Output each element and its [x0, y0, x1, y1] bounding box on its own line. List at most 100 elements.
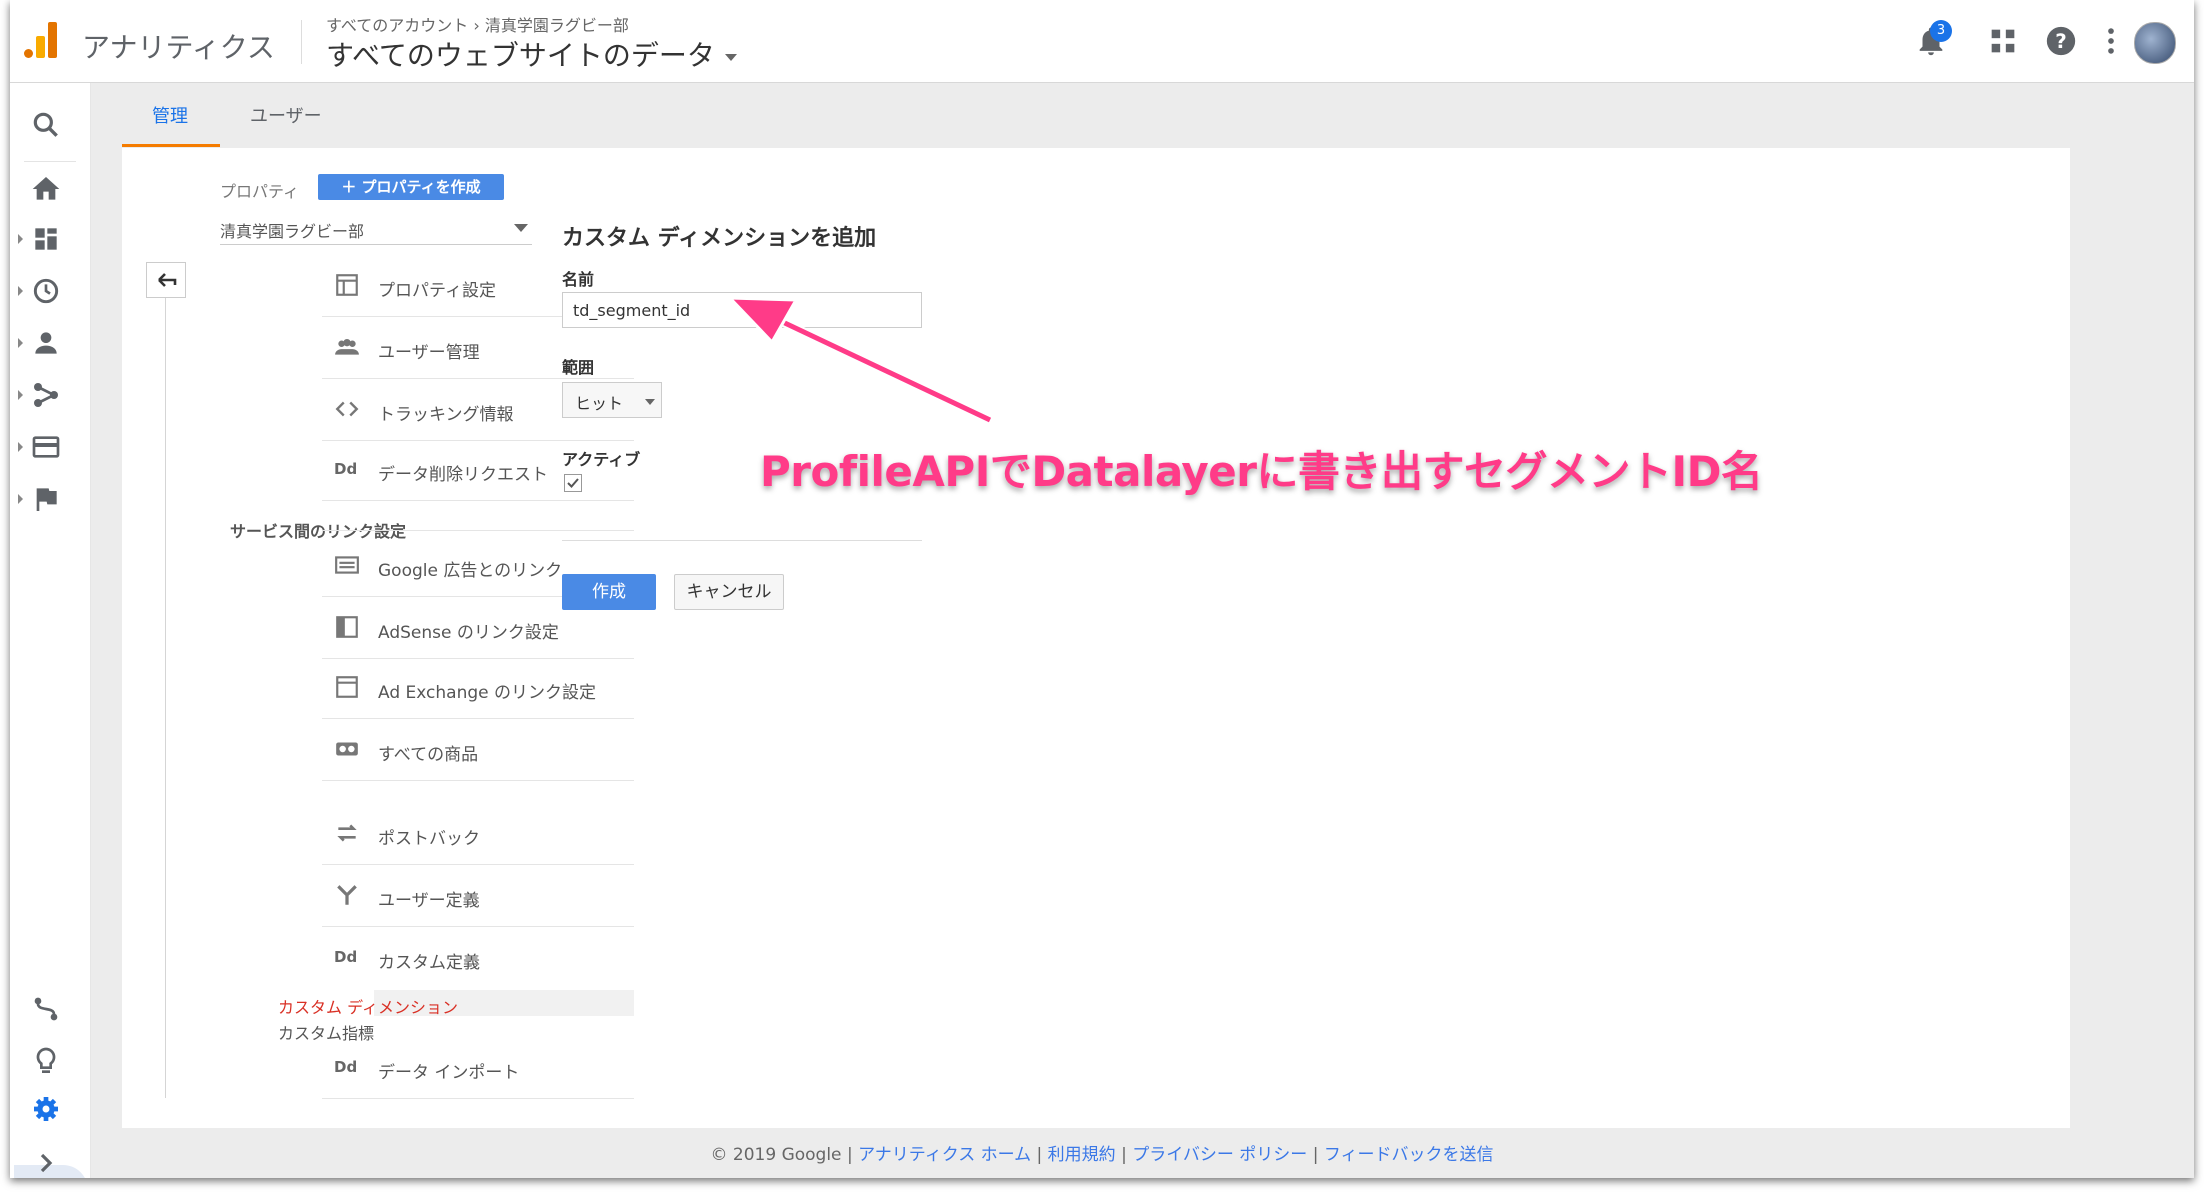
divider [322, 530, 634, 531]
ad-exchange-icon [336, 676, 358, 698]
menu-item-label: データ削除リクエスト [378, 465, 548, 485]
code-brackets-icon [335, 401, 359, 417]
property-selector-value: 清真学園ラグビー部 [220, 222, 365, 241]
menu-item-label: Google 広告とのリンク [378, 561, 563, 581]
active-tab-indicator [122, 144, 220, 147]
scope-select-value: ヒット [575, 394, 624, 413]
menu-item-ad-exchange-link[interactable]: Ad Exchange のリンク設定 [322, 658, 634, 719]
menu-item-all-products[interactable]: すべての商品 [322, 720, 634, 781]
footer-link-feedback[interactable]: フィードバックを送信 [1324, 1145, 1494, 1165]
audience-person-icon[interactable] [30, 327, 62, 359]
expand-arrow-icon[interactable] [18, 494, 23, 504]
scope-select[interactable]: ヒット [562, 382, 662, 418]
analytics-window: アナリティクス すべてのアカウント › 清真学園ラグビー部 すべてのウェブサイト… [10, 0, 2194, 1178]
annotation-text: ProfileAPIでDatalayerに書き出すセグメントID名 [759, 446, 1764, 497]
scope-label: 範囲 [562, 358, 595, 377]
breadcrumb-separator: › [473, 16, 480, 35]
help-icon[interactable]: ? [2044, 24, 2078, 58]
create-button[interactable]: 作成 [562, 574, 656, 610]
back-arrow-icon [158, 273, 177, 287]
active-checkbox[interactable] [564, 474, 582, 492]
footer-link-terms[interactable]: 利用規約 [1048, 1145, 1116, 1165]
svg-text:?: ? [2055, 30, 2067, 53]
expand-arrow-icon[interactable] [18, 286, 23, 296]
home-icon[interactable] [30, 173, 62, 205]
ads-link-icon [335, 556, 359, 574]
chevron-down-icon [645, 399, 655, 405]
data-dd-icon: Dd [334, 1058, 358, 1076]
name-label: 名前 [562, 270, 595, 289]
menu-item-custom-definitions[interactable]: Dd カスタム定義 [322, 928, 634, 988]
menu-item-label: データ インポート [378, 1063, 520, 1083]
expand-arrow-icon[interactable] [18, 234, 23, 244]
menu-item-data-import[interactable]: Dd データ インポート [322, 1038, 634, 1099]
menu-item-label: カスタム定義 [378, 953, 480, 973]
divider [301, 20, 302, 64]
menu-item-label: ユーザー管理 [378, 343, 480, 363]
footer-separator: | [1036, 1145, 1043, 1165]
search-icon[interactable] [30, 109, 62, 141]
cancel-button[interactable]: キャンセル [674, 574, 784, 610]
menu-item-label: ポストバック [378, 829, 480, 849]
apps-grid-icon[interactable] [1986, 24, 2020, 58]
user-definition-icon [337, 885, 357, 905]
property-view-title: すべてのウェブサイトのデータ [326, 39, 715, 72]
menu-item-postback[interactable]: ポストバック [322, 804, 634, 865]
breadcrumb[interactable]: すべてのアカウント › 清真学園ラグビー部 [326, 12, 629, 36]
footer-separator: | [1312, 1145, 1319, 1165]
breadcrumb-account[interactable]: 清真学園ラグビー部 [485, 16, 629, 35]
property-selector[interactable]: 清真学園ラグビー部 [220, 214, 532, 245]
submenu-custom-dimensions[interactable]: カスタム ディメンション [278, 994, 458, 1018]
property-column-label: プロパティ [220, 182, 300, 201]
create-property-button[interactable]: ＋ プロパティを作成 [318, 174, 504, 200]
footer-link-privacy[interactable]: プライバシー ポリシー [1132, 1145, 1307, 1165]
top-bar: アナリティクス すべてのアカウント › 清真学園ラグビー部 すべてのウェブサイト… [10, 0, 2194, 83]
chevron-down-icon [514, 224, 528, 232]
breadcrumb-all-accounts[interactable]: すべてのアカウント [326, 16, 468, 35]
adsense-icon [336, 616, 358, 638]
menu-item-user-definition[interactable]: ユーザー定義 [322, 866, 634, 927]
left-navigation [10, 83, 91, 1178]
footer-copyright: © 2019 Google [710, 1145, 842, 1165]
realtime-clock-icon[interactable] [30, 275, 62, 307]
menu-item-label: すべての商品 [378, 745, 479, 765]
chevron-down-icon [724, 53, 737, 61]
menu-item-label: トラッキング情報 [378, 405, 514, 425]
active-label: アクティブ [562, 450, 641, 469]
expand-arrow-icon[interactable] [18, 442, 23, 452]
menu-item-label: AdSense のリンク設定 [378, 623, 559, 643]
menu-item-label: プロパティ設定 [378, 281, 496, 301]
admin-gear-icon[interactable] [30, 1093, 62, 1125]
footer-separator: | [1121, 1145, 1127, 1165]
analytics-logo-icon[interactable] [24, 22, 58, 58]
postback-arrows-icon [337, 824, 357, 842]
discover-lightbulb-icon[interactable] [30, 1045, 62, 1077]
form-divider [562, 540, 922, 541]
menu-item-label: Ad Exchange のリンク設定 [378, 683, 596, 703]
customization-dashboard-icon[interactable] [30, 223, 62, 255]
expand-arrow-icon[interactable] [18, 338, 23, 348]
tab-admin[interactable]: 管理 [152, 102, 188, 128]
all-products-icon [336, 742, 358, 756]
notification-count-badge: 3 [1930, 20, 1952, 42]
admin-card: プロパティ ＋ プロパティを作成 清真学園ラグビー部 プロパティ設定 ユーザー管… [122, 148, 2070, 1128]
footer: © 2019 Google | アナリティクス ホーム | 利用規約 | プライ… [10, 1140, 2194, 1165]
behavior-icon[interactable] [30, 431, 62, 463]
tab-user[interactable]: ユーザー [250, 102, 322, 128]
menu-item-label: ユーザー定義 [378, 891, 480, 911]
collapse-column-button[interactable] [146, 262, 186, 298]
account-avatar[interactable] [2134, 22, 2176, 64]
attribution-icon[interactable] [30, 993, 62, 1025]
more-vert-icon[interactable] [2094, 24, 2128, 58]
conversions-flag-icon[interactable] [30, 483, 62, 515]
form-title: カスタム ディメンションを追加 [562, 226, 877, 251]
expand-arrow-icon[interactable] [18, 390, 23, 400]
acquisition-icon[interactable] [30, 379, 62, 411]
property-settings-icon [336, 274, 358, 296]
users-group-icon [335, 338, 359, 355]
data-dd-icon: Dd [334, 460, 358, 478]
property-view-selector[interactable]: すべてのウェブサイトのデータ [326, 34, 737, 74]
footer-link-analytics-home[interactable]: アナリティクス ホーム [858, 1145, 1031, 1165]
app-title[interactable]: アナリティクス [82, 26, 275, 66]
column-connector-line [165, 298, 166, 1098]
